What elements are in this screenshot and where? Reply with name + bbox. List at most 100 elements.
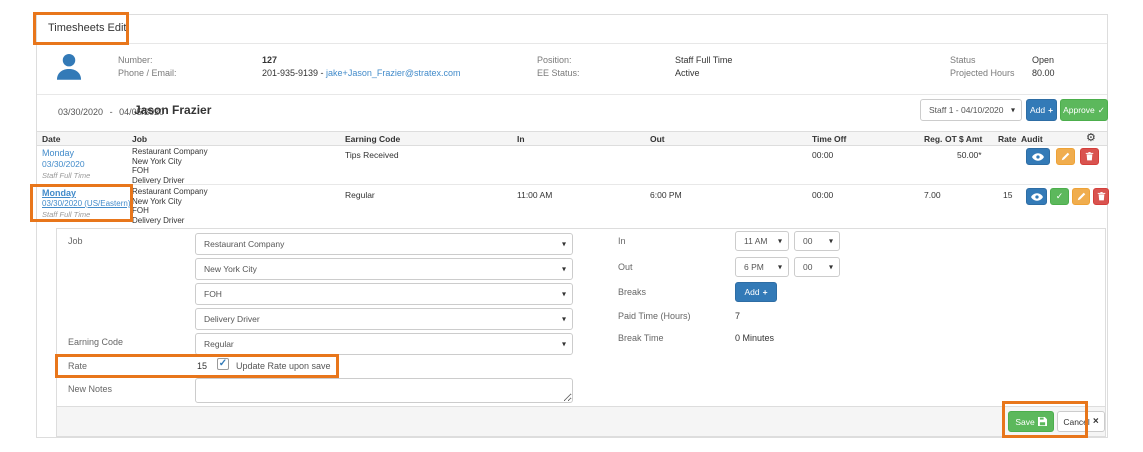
in-label: In <box>618 236 626 246</box>
person-icon <box>56 53 82 80</box>
title-bar <box>37 15 1107 44</box>
row2-job-location: New York City <box>132 196 182 206</box>
row1-job-cell: Restaurant Company New York City FOH Del… <box>132 147 208 185</box>
cancel-button[interactable]: Cancel × <box>1057 411 1105 432</box>
rate-label: Rate <box>68 361 88 371</box>
number-value: 127 <box>262 55 278 65</box>
row1-note-button[interactable] <box>1056 148 1075 165</box>
col-in: In <box>517 134 525 144</box>
out-hour-select[interactable]: 6 PM ▾ <box>735 257 789 277</box>
row1-amount: 50.00* <box>957 150 982 160</box>
cancel-button-label: Cancel <box>1063 416 1090 427</box>
projected-hours-label: Projected Hours <box>950 68 1015 78</box>
save-button[interactable]: Save <box>1008 411 1054 432</box>
eye-icon <box>1032 152 1044 161</box>
in-hour-select-value: 11 AM <box>744 236 768 246</box>
row1-date-link[interactable]: 03/30/2020 <box>42 159 90 169</box>
row2-in: 11:00 AM <box>517 190 553 200</box>
col-job: Job <box>132 134 148 144</box>
trash-icon <box>1085 152 1094 161</box>
row1-earning-code: Tips Received <box>345 150 399 160</box>
chevron-down-icon: ▾ <box>777 236 782 246</box>
row1-job-location: New York City <box>132 156 182 166</box>
row2-approve-button[interactable]: ✓ <box>1050 188 1069 205</box>
add-button-label: Add <box>1029 105 1046 115</box>
row2-delete-button[interactable] <box>1093 188 1109 205</box>
row1-time-off: 00:00 <box>812 150 834 160</box>
save-button-label: Save <box>1015 416 1035 427</box>
row1-day-link[interactable]: Monday <box>42 148 90 158</box>
row2-audit-button[interactable] <box>1026 188 1047 205</box>
position-value: Staff Full Time <box>675 55 733 65</box>
avatar <box>52 50 86 84</box>
job-company-select[interactable]: Restaurant Company ▾ <box>195 233 573 255</box>
chevron-down-icon: ▾ <box>777 262 782 272</box>
row1-audit-button[interactable] <box>1026 148 1050 165</box>
col-rate: Rate <box>998 134 1017 144</box>
profile-divider <box>37 94 1107 95</box>
out-minute-select-value: 00 <box>803 262 813 272</box>
out-minute-select[interactable]: 00 ▾ <box>794 257 840 277</box>
position-label: Position: <box>537 55 572 65</box>
in-minute-select[interactable]: 00 ▾ <box>794 231 840 251</box>
row2-reg-hours: 7.00 <box>924 190 941 200</box>
approve-button-label: Approve <box>1063 105 1095 115</box>
row2-time-off: 00:00 <box>812 190 834 200</box>
chevron-down-icon: ▾ <box>561 239 566 249</box>
row2-date-link[interactable]: 03/30/2020 (US/Eastern) <box>42 199 131 208</box>
staff-period-select[interactable]: Staff 1 - 04/10/2020 ▾ <box>920 99 1022 121</box>
period-start: 03/30/2020 <box>58 107 104 117</box>
save-icon <box>1037 417 1047 426</box>
row2-rate: 15 <box>1003 190 1013 200</box>
check-icon: ✓ <box>1097 104 1105 115</box>
row2-note-button[interactable] <box>1072 188 1090 205</box>
row2-earning-code: Regular <box>345 190 375 200</box>
row2-job-cell: Restaurant Company New York City FOH Del… <box>132 187 208 225</box>
col-reg: Reg. <box>924 134 943 144</box>
plus-icon: + <box>762 287 768 297</box>
employee-name: Jason Frazier <box>134 103 212 117</box>
breaks-add-button-label: Add <box>744 287 760 297</box>
new-notes-input[interactable] <box>195 378 573 403</box>
chevron-down-icon: ▾ <box>828 262 833 272</box>
plus-icon: + <box>1048 105 1054 115</box>
ee-status-value: Active <box>675 68 700 78</box>
col-audit: Audit <box>1021 134 1043 144</box>
row-divider <box>37 184 1107 185</box>
job-department-select-value: FOH <box>204 289 222 299</box>
add-button[interactable]: Add + <box>1026 99 1057 121</box>
col-amt: $ Amt <box>959 134 983 144</box>
email-link[interactable]: jake+Jason_Frazier@stratex.com <box>326 68 460 78</box>
checkbox-check-icon: ✓ <box>218 358 228 369</box>
timesheets-edit-screen: Timesheets Edit Number: 127 Phone / Emai… <box>0 0 1143 452</box>
job-location-select[interactable]: New York City ▾ <box>195 258 573 280</box>
row2-subtitle: Staff Full Time <box>42 210 91 219</box>
gear-icon[interactable]: ⚙ <box>1086 131 1096 144</box>
breaks-add-button[interactable]: Add + <box>735 282 777 302</box>
job-company-select-value: Restaurant Company <box>204 239 285 249</box>
in-hour-select[interactable]: 11 AM ▾ <box>735 231 789 251</box>
row2-day-link[interactable]: Monday <box>42 188 131 198</box>
phone-email-value: 201-935-9139 - jake+Jason_Frazier@strate… <box>262 68 460 78</box>
earning-code-label: Earning Code <box>68 337 124 347</box>
staff-period-select-value: Staff 1 - 04/10/2020 <box>929 105 1004 115</box>
note-icon <box>1061 152 1070 161</box>
row2-date-cell[interactable]: Monday 03/30/2020 (US/Eastern) Staff Ful… <box>42 188 131 219</box>
chevron-down-icon: ▾ <box>561 264 566 274</box>
rate-value: 15 <box>197 361 208 371</box>
job-department-select[interactable]: FOH ▾ <box>195 283 573 305</box>
approve-button[interactable]: Approve ✓ <box>1060 99 1108 121</box>
page-title: Timesheets Edit <box>48 22 127 34</box>
update-rate-checkbox[interactable]: ✓ <box>217 358 229 370</box>
row1-delete-button[interactable] <box>1080 148 1099 165</box>
col-ot: OT <box>945 134 957 144</box>
projected-hours-value: 80.00 <box>1032 68 1055 78</box>
col-timeoff: Time Off <box>812 134 847 144</box>
row1-date-cell[interactable]: Monday 03/30/2020 Staff Full Time <box>42 148 90 180</box>
earning-code-select[interactable]: Regular ▾ <box>195 333 573 355</box>
status-label: Status <box>950 55 976 65</box>
row1-subtitle: Staff Full Time <box>42 171 91 180</box>
row1-job-department: FOH <box>132 166 149 175</box>
job-position-select[interactable]: Delivery Driver ▾ <box>195 308 573 330</box>
chevron-down-icon: ▾ <box>828 236 833 246</box>
